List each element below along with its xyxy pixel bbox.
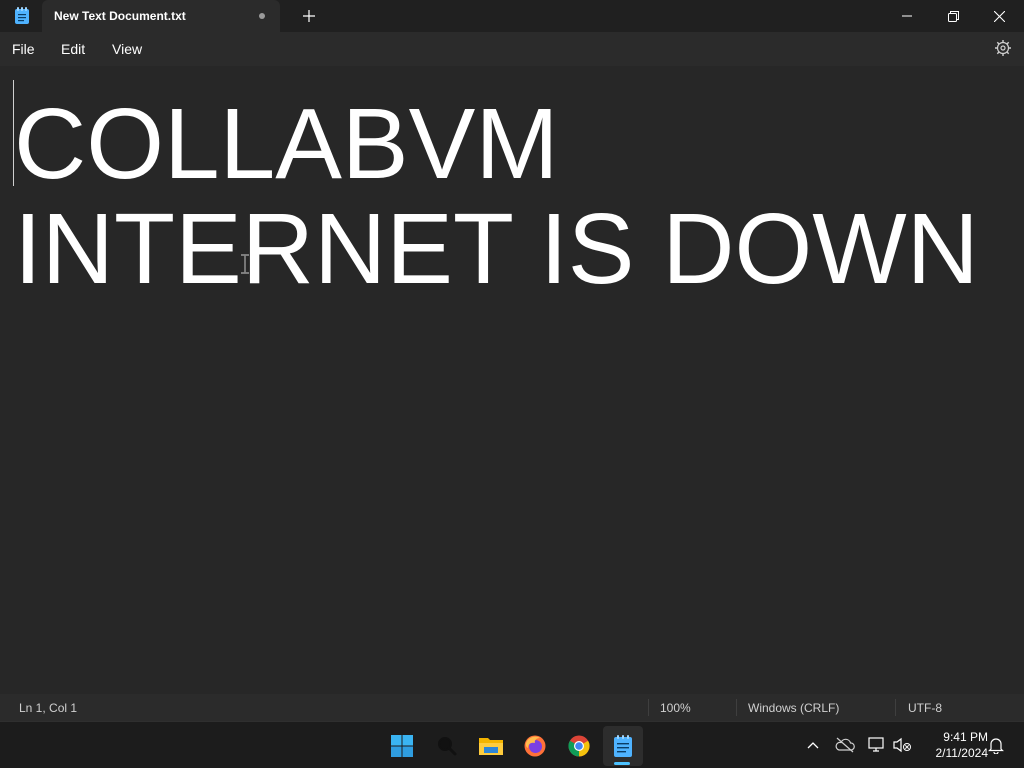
notifications-button[interactable] bbox=[985, 734, 1007, 756]
search-button[interactable] bbox=[427, 726, 467, 766]
text-caret bbox=[13, 80, 14, 186]
start-button[interactable] bbox=[382, 726, 422, 766]
tab-title: New Text Document.txt bbox=[54, 9, 186, 23]
chrome-button[interactable] bbox=[559, 726, 599, 766]
show-hidden-icons-button[interactable] bbox=[802, 734, 824, 756]
menu-edit[interactable]: Edit bbox=[61, 41, 85, 57]
firefox-icon bbox=[524, 735, 546, 757]
restore-icon bbox=[947, 10, 959, 22]
menu-file[interactable]: File bbox=[12, 41, 35, 57]
search-icon bbox=[438, 737, 457, 756]
settings-button[interactable] bbox=[993, 38, 1013, 58]
zoom-level: 100% bbox=[660, 701, 691, 715]
clock-date: 2/11/2024 bbox=[935, 746, 989, 760]
new-tab-button[interactable] bbox=[296, 4, 322, 28]
volume-muted-icon bbox=[893, 737, 911, 753]
close-button[interactable] bbox=[976, 0, 1022, 32]
status-divider bbox=[895, 699, 896, 716]
menu-view[interactable]: View bbox=[112, 41, 142, 57]
tab-document[interactable]: New Text Document.txt bbox=[42, 0, 280, 32]
text-editor[interactable]: COLLABVM INTERNET IS DOWN bbox=[0, 66, 1024, 694]
notepad-button[interactable] bbox=[603, 726, 643, 766]
editor-line-1: COLLABVM bbox=[14, 88, 559, 200]
plus-icon bbox=[303, 10, 315, 22]
title-bar[interactable]: New Text Document.txt bbox=[0, 0, 1024, 32]
onedrive-button[interactable] bbox=[834, 734, 856, 756]
notepad-icon bbox=[614, 735, 632, 757]
gear-icon bbox=[995, 40, 1011, 56]
chrome-icon bbox=[568, 735, 590, 757]
network-icon bbox=[868, 737, 884, 752]
clock-time: 9:41 PM bbox=[943, 730, 988, 744]
editor-line-2: INTERNET IS DOWN bbox=[14, 193, 979, 305]
status-bar: Ln 1, Col 1 100% Windows (CRLF) UTF-8 bbox=[0, 694, 1024, 721]
line-ending: Windows (CRLF) bbox=[748, 701, 840, 715]
active-app-indicator bbox=[614, 762, 630, 765]
file-explorer-button[interactable] bbox=[471, 726, 511, 766]
minimize-button[interactable] bbox=[884, 0, 930, 32]
network-button[interactable] bbox=[866, 734, 888, 756]
minimize-icon bbox=[902, 15, 912, 17]
start-icon bbox=[391, 735, 413, 757]
chevron-up-icon bbox=[807, 742, 819, 749]
close-icon bbox=[993, 10, 1005, 22]
encoding: UTF-8 bbox=[908, 701, 942, 715]
notepad-icon bbox=[14, 7, 30, 25]
bell-icon bbox=[988, 738, 1004, 754]
notepad-window: New Text Document.txt File Edit View COL… bbox=[0, 0, 1024, 768]
clock[interactable]: 9:41 PM 2/11/2024 bbox=[918, 729, 989, 761]
onedrive-offline-icon bbox=[835, 737, 855, 753]
file-explorer-icon bbox=[479, 738, 503, 755]
menu-bar: File Edit View bbox=[0, 32, 1024, 66]
unsaved-dot-icon[interactable] bbox=[259, 13, 265, 19]
status-divider bbox=[648, 699, 649, 716]
firefox-button[interactable] bbox=[515, 726, 555, 766]
cursor-position: Ln 1, Col 1 bbox=[19, 701, 78, 715]
taskbar: 9:41 PM 2/11/2024 bbox=[0, 721, 1024, 768]
restore-button[interactable] bbox=[930, 0, 976, 32]
ibeam-cursor-icon bbox=[240, 254, 250, 274]
status-divider bbox=[736, 699, 737, 716]
volume-button[interactable] bbox=[891, 734, 913, 756]
